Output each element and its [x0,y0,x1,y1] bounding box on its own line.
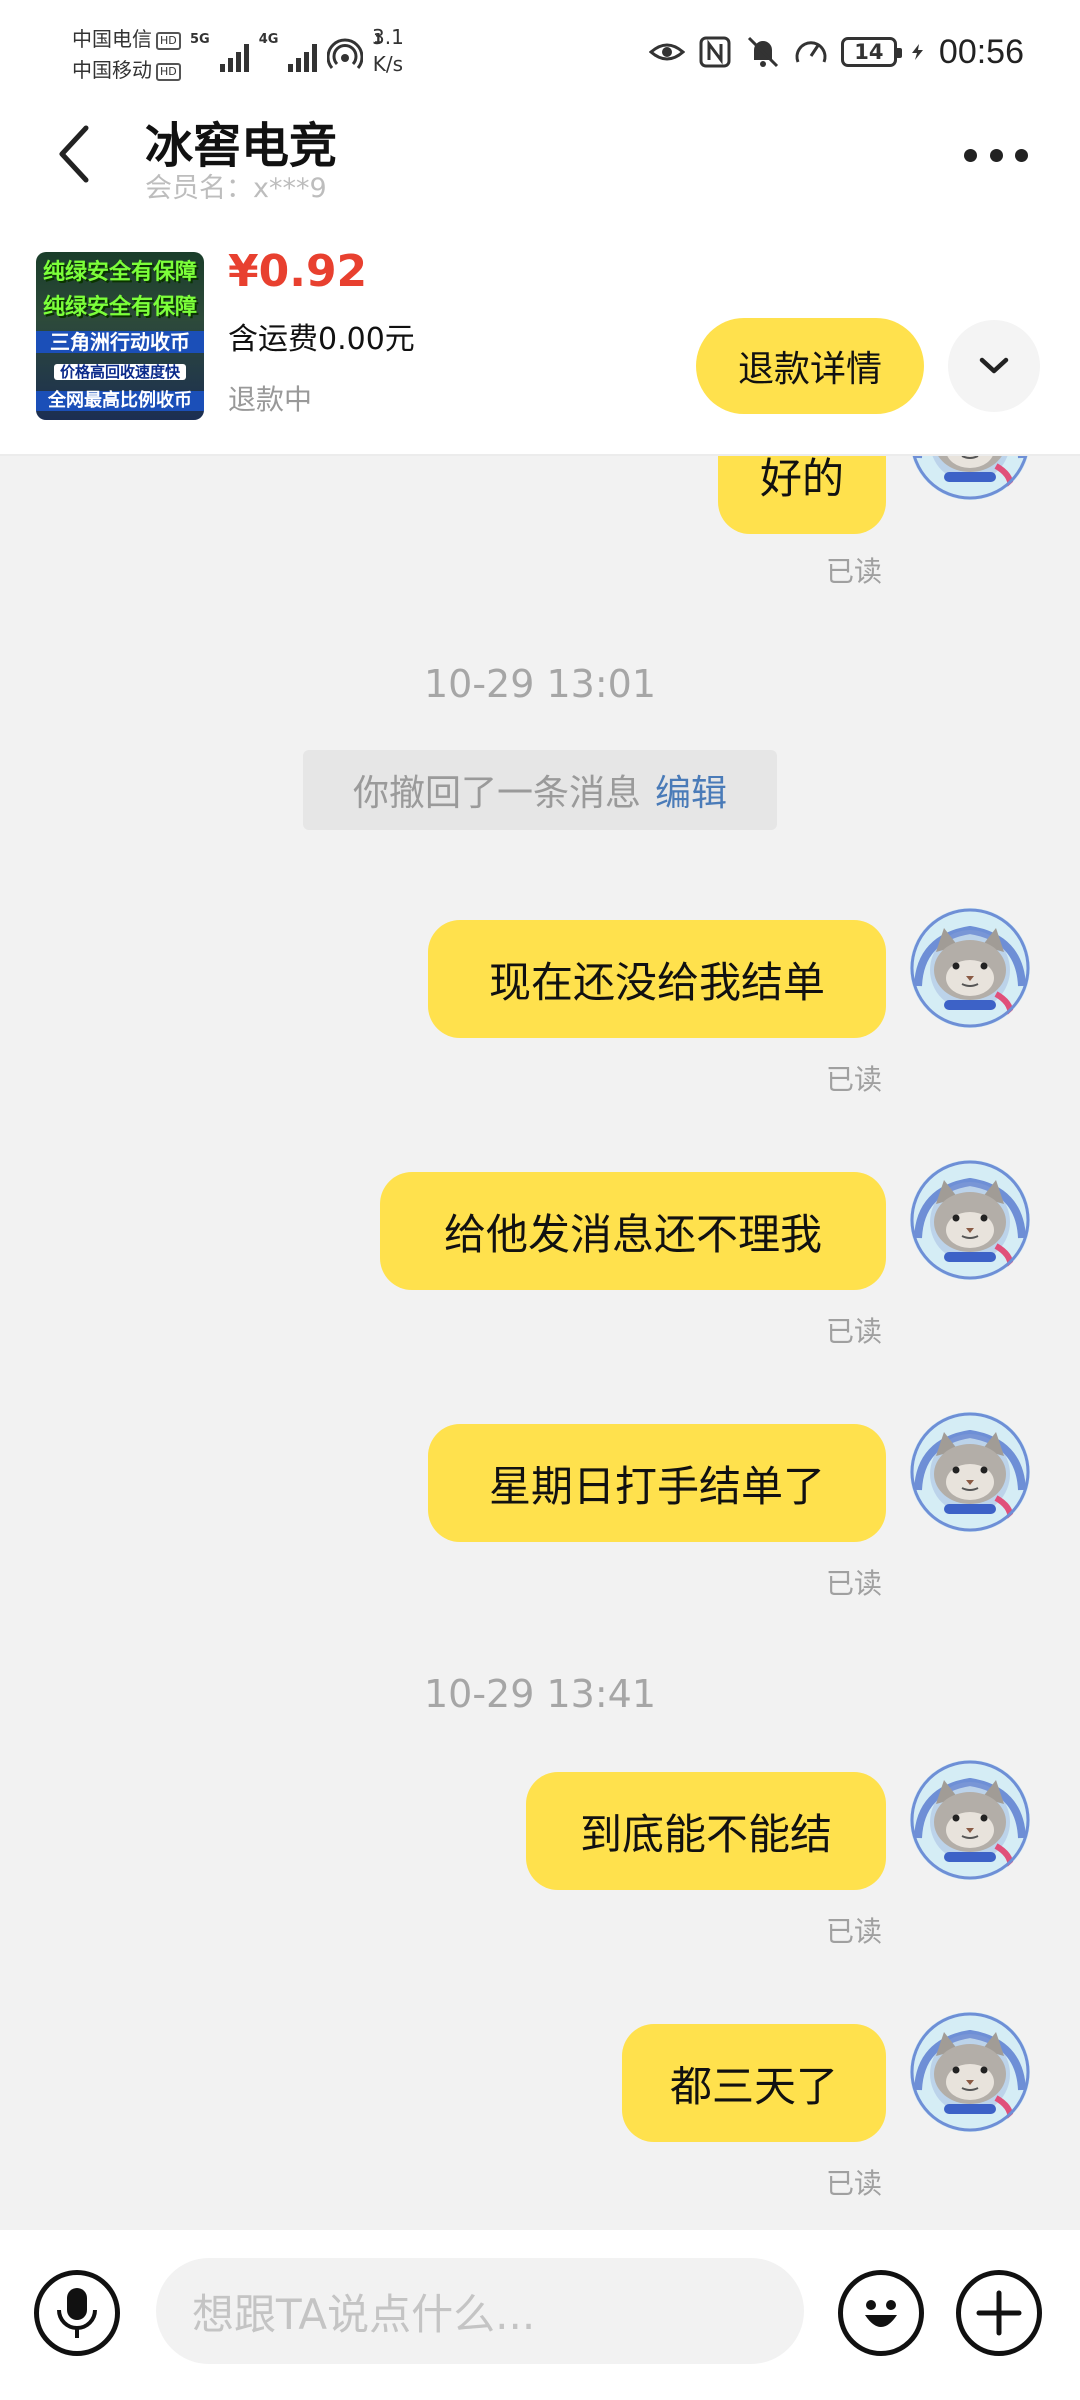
voice-button[interactable] [34,2270,120,2356]
chevron-down-icon [979,357,1009,374]
recall-text: 你撤回了一条消息 [352,773,641,814]
chat-timestamp: 10-29 13:01 [423,662,656,706]
input-bar: 想跟TA说点什么... [0,2230,1080,2400]
avatar[interactable] [910,1760,1030,1880]
status-bar: 中国电信 HD 中国移动 HD 5G 4G 1 3.1 K/s 14 00:56 [0,0,1080,100]
speed-value: 3.1 [372,25,404,49]
charging-icon [911,44,923,60]
refund-details-button[interactable]: 退款详情 [696,318,924,414]
product-card[interactable]: 纯绿安全有保障 纯绿安全有保障 三角洲行动收币 价格高回收速度快 全网最高比例收… [0,212,1080,456]
chat-header: 冰窖电竞 会员名：x***9 [0,100,1080,212]
message-input[interactable]: 想跟TA说点什么... [156,2258,804,2364]
hd-badge: HD [156,31,181,50]
carrier-1: 中国电信 [72,27,152,51]
read-receipt: 已读 [826,1567,883,1600]
add-button[interactable] [956,2270,1042,2356]
signal-bars-icon [288,44,318,72]
plus-icon [976,2290,1022,2336]
message-bubble[interactable]: 都三天了 [622,2024,886,2142]
avatar[interactable] [910,1160,1030,1280]
thumb-line: 三角洲行动收币 [36,331,204,354]
expand-button[interactable] [948,320,1040,412]
more-options-button[interactable] [956,130,1036,180]
order-status: 退款中 [228,383,313,416]
microphone-icon [57,2288,97,2338]
avatar[interactable] [910,1412,1030,1532]
cat-avatar-icon [910,1160,1030,1280]
message-bubble[interactable]: 给他发消息还不理我 [380,1172,886,1290]
thumb-line: 纯绿安全有保障 [42,260,197,286]
cat-avatar-icon [910,1412,1030,1532]
carrier-2: 中国移动 [72,58,152,82]
read-receipt: 已读 [826,2167,883,2200]
hotspot-icon [327,38,364,69]
signal-bars-icon [219,44,249,72]
message-bubble[interactable]: 到底能不能结 [526,1772,886,1890]
more-dot-icon [989,148,1003,162]
cat-avatar-icon [912,456,1028,500]
clock: 00:56 [938,32,1024,71]
read-receipt: 已读 [826,1063,883,1096]
network-icons: 5G 4G 1 [190,32,382,72]
more-dot-icon [1015,148,1028,162]
hd-badge: HD [156,62,181,81]
thumb-line: 全网最高比例收币 [36,391,204,411]
thumb-line: 价格高回收速度快 [53,364,186,381]
thumb-line: 纯绿安全有保障 [42,295,197,321]
read-receipt: 已读 [826,555,883,588]
message-bubble[interactable]: 好的 [718,456,886,534]
avatar[interactable] [910,908,1030,1028]
cat-avatar-icon [910,2012,1030,2132]
member-name: 会员名：x***9 [145,173,327,204]
avatar[interactable] [910,456,1030,500]
mute-bell-icon [747,36,778,68]
eye-icon [648,43,685,61]
shipping-fee: 含运费0.00元 [228,322,415,357]
cat-avatar-icon [910,908,1030,1028]
speedometer-icon [795,41,827,63]
carrier-info: 中国电信 HD 中国移动 HD [72,24,181,86]
avatar[interactable] [910,2012,1030,2132]
read-receipt: 已读 [826,1915,883,1948]
signal-4g-label: 4G [258,32,279,47]
signal-5g-label: 5G [190,32,210,47]
recall-notice: 你撤回了一条消息 编辑 [303,750,777,830]
network-speed: 3.1 K/s [372,24,404,78]
chat-timestamp: 10-29 13:41 [423,1672,656,1716]
message-bubble[interactable]: 现在还没给我结单 [428,920,886,1038]
chat-messages[interactable]: 好的 已读 10-29 13:01 你撤回了一条消息 编辑 现在还没给我结单 已… [0,456,1080,2230]
recall-edit-link[interactable]: 编辑 [655,764,727,816]
emoji-button[interactable] [838,2270,924,2356]
battery-icon: 14 [840,37,902,67]
back-arrow-icon [59,125,89,183]
message-bubble[interactable]: 星期日打手结单了 [428,1424,886,1542]
nfc-icon [699,36,731,68]
read-receipt: 已读 [826,1315,883,1348]
speed-unit: K/s [372,52,404,76]
product-price: ¥0.92 [228,246,368,297]
back-button[interactable] [44,114,104,194]
status-right-icons: 14 00:56 [648,30,1024,74]
more-dot-icon [964,148,977,162]
emoji-icon [865,2300,897,2327]
product-thumbnail[interactable]: 纯绿安全有保障 纯绿安全有保障 三角洲行动收币 价格高回收速度快 全网最高比例收… [36,252,204,420]
cat-avatar-icon [910,1760,1030,1880]
